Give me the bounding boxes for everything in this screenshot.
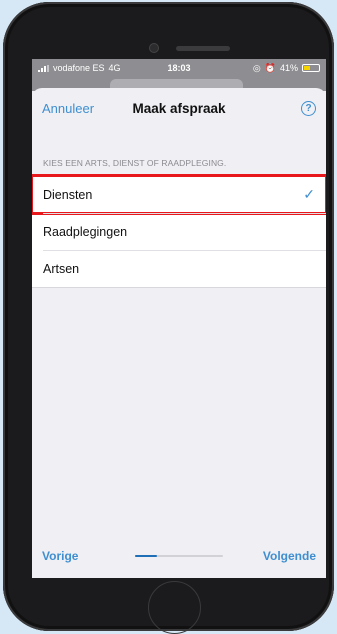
step-progress-fill [135,555,157,557]
choice-list: Diensten ✓ Raadplegingen Artsen [32,174,326,288]
list-item-artsen[interactable]: Artsen [32,250,326,287]
front-camera [149,43,159,53]
question-circle-icon[interactable]: ? [301,100,316,116]
list-item-diensten[interactable]: Diensten ✓ [32,174,326,215]
previous-button[interactable]: Vorige [42,549,78,563]
battery-icon [302,64,320,72]
screen: vodafone ES 4G 18:03 ◎ ⏰ 41% Annuleer Ma… [32,59,326,578]
list-item-label: Artsen [43,261,80,276]
appointment-sheet: Annuleer Maak afspraak ? KIES EEN ARTS, … [32,88,326,578]
list-item-label: Raadplegingen [43,224,128,239]
step-progress [135,555,223,557]
clock: 18:03 [167,63,191,73]
list-item-label: Diensten [43,187,93,202]
next-button[interactable]: Volgende [263,549,316,563]
list-item-raadplegingen[interactable]: Raadplegingen [32,213,326,250]
phone-frame: vodafone ES 4G 18:03 ◎ ⏰ 41% Annuleer Ma… [3,2,334,634]
checkmark-icon: ✓ [303,186,315,202]
status-bar: vodafone ES 4G 18:03 ◎ ⏰ 41% [32,59,326,77]
section-header: KIES EEN ARTS, DIENST OF RAADPLEGING. [43,158,227,168]
cancel-button[interactable]: Annuleer [42,101,94,116]
wizard-footer: Vorige Volgende [32,546,326,566]
home-button[interactable] [148,581,201,634]
sheet-navbar: Annuleer Maak afspraak ? [32,88,326,128]
earpiece-speaker [176,46,230,51]
